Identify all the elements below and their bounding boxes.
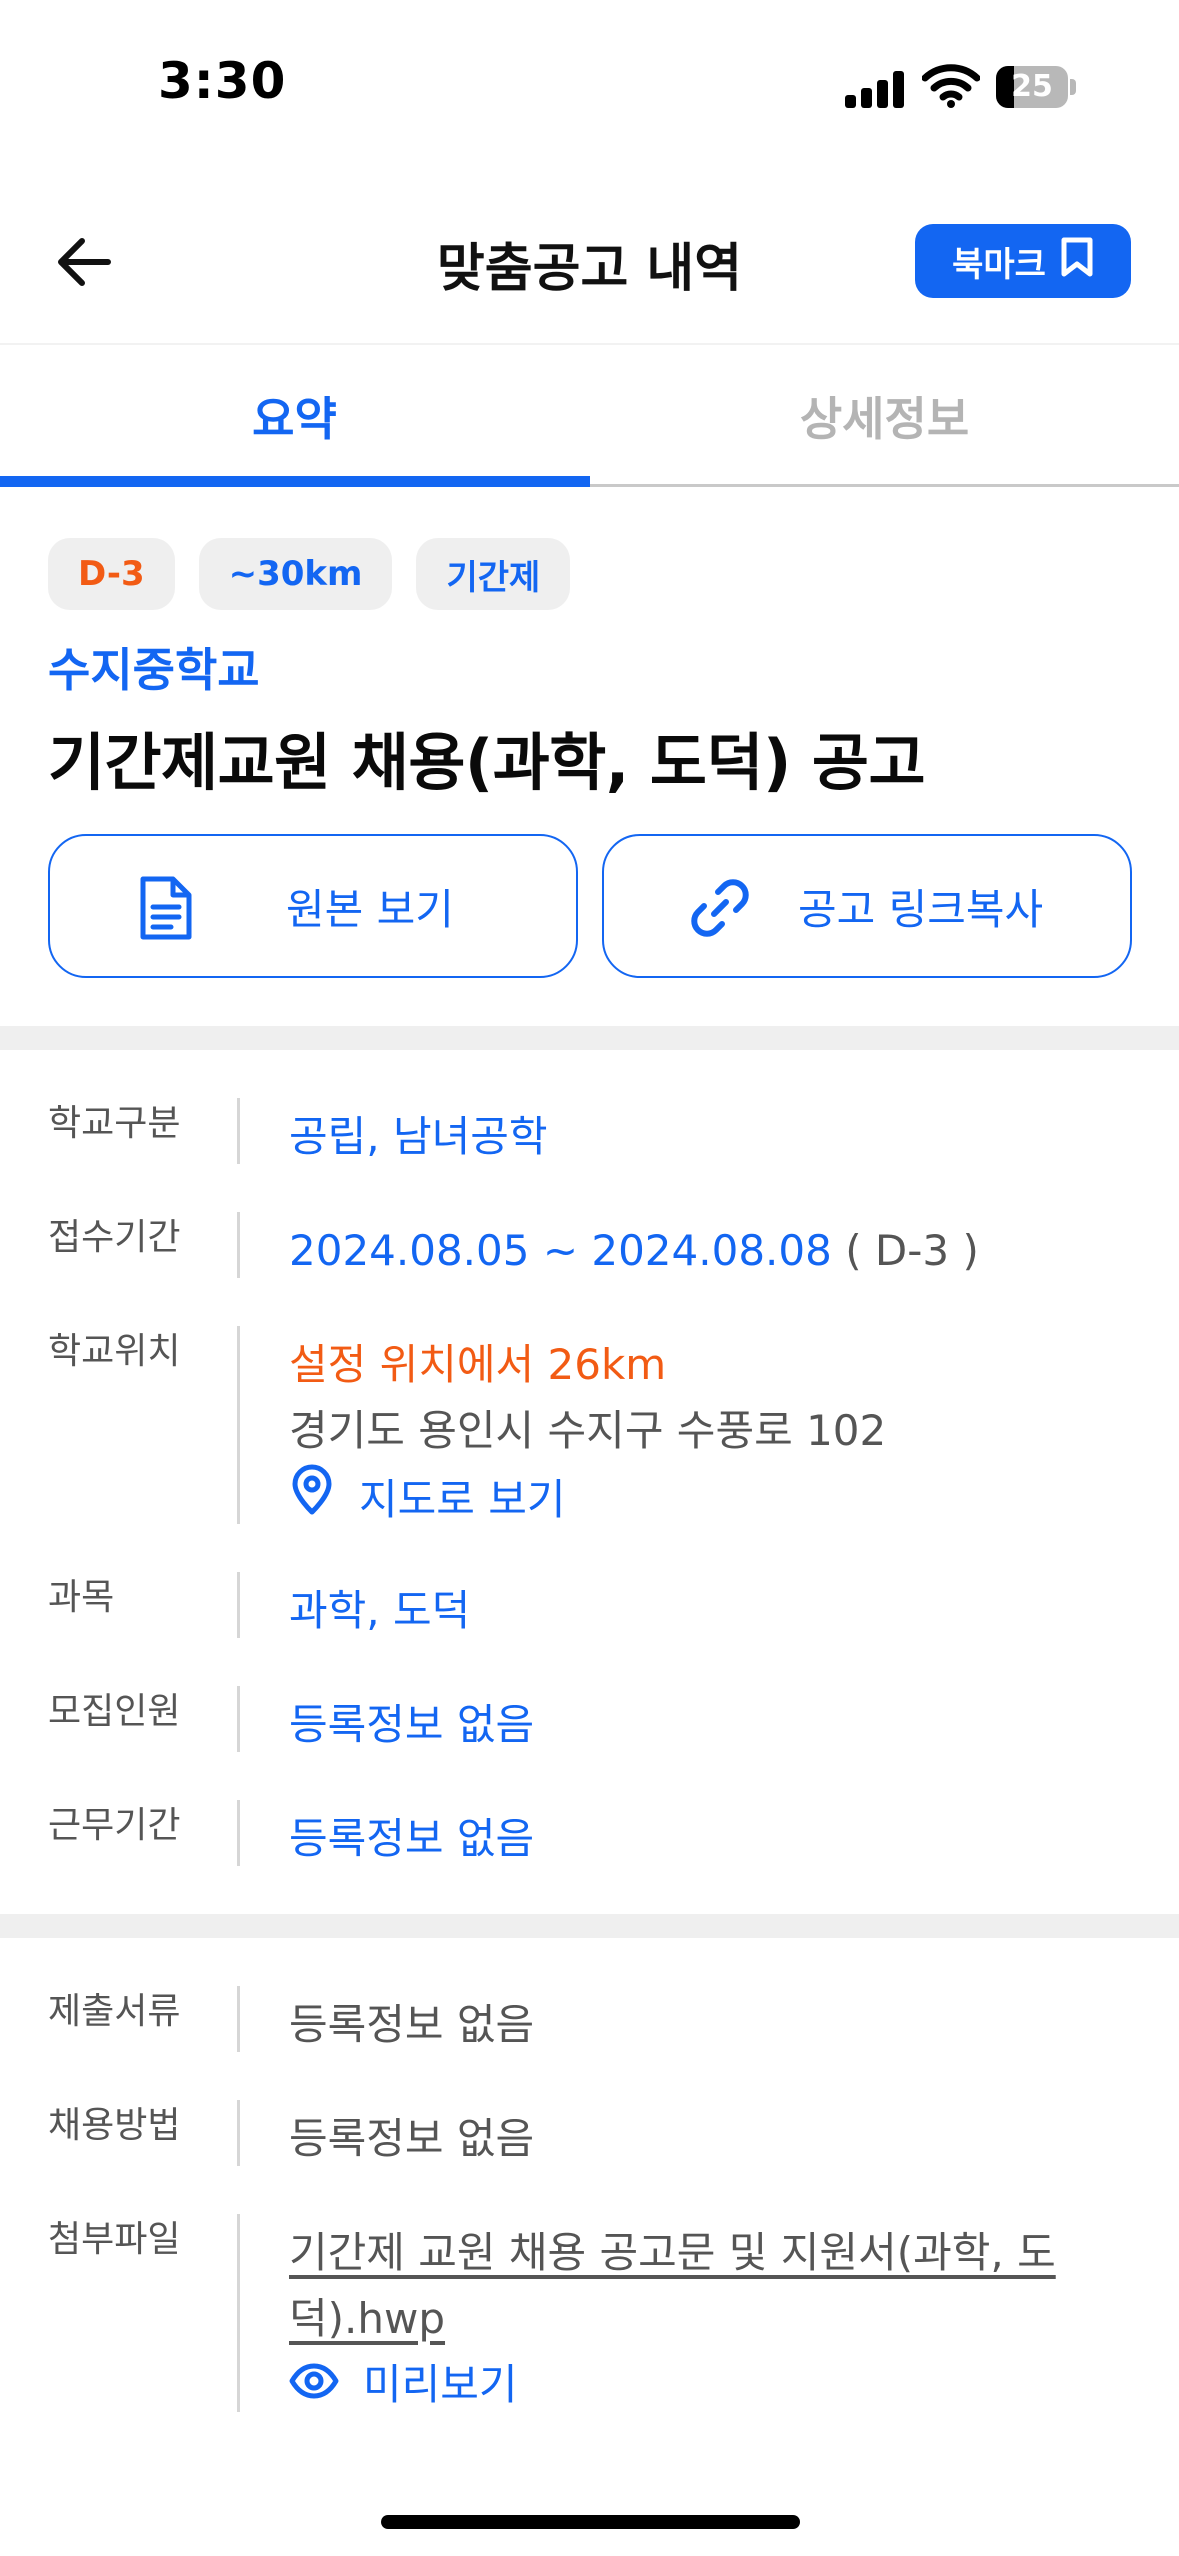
tab-active-indicator — [0, 476, 590, 487]
info-label: 학교구분 — [48, 1103, 181, 1144]
info-value: 기간제 교원 채용 공고문 및 지원서(과학, 도 덕).hwp 미리보기 — [289, 2220, 1089, 2418]
preview-link[interactable]: 미리보기 — [289, 2352, 1089, 2418]
eye-icon — [289, 2352, 339, 2418]
info-value: 2024.08.05 ~ 2024.08.08 ( D-3 ) — [289, 1218, 979, 1284]
tab-summary[interactable]: 요약 — [0, 345, 589, 487]
info-value: 과학, 도덕 — [289, 1586, 471, 1635]
battery-level: 25 — [1011, 69, 1053, 104]
status-time: 3:30 — [158, 52, 287, 110]
school-name: 수지중학교 — [48, 643, 260, 697]
view-original-button[interactable]: 원본 보기 — [48, 834, 578, 978]
info-value: 설정 위치에서 26km 경기도 용인시 수지구 수풍로 102 지도로 보기 — [289, 1332, 886, 1535]
preview-label: 미리보기 — [363, 2360, 518, 2409]
location-address: 경기도 용인시 수지구 수풍로 102 — [289, 1406, 887, 1455]
bookmark-icon — [1060, 236, 1094, 287]
attachment-file-name-line2: 덕).hwp — [289, 2294, 446, 2343]
distance-chip: ~30km — [198, 538, 393, 610]
post-title: 기간제교원 채용(과학, 도덕) 공고 — [48, 726, 926, 799]
status-bar: 3:30 25 — [0, 0, 1179, 170]
home-indicator[interactable] — [381, 2515, 800, 2529]
battery-icon: 25 — [996, 66, 1076, 108]
info-divider — [237, 1686, 240, 1752]
info-label: 과목 — [48, 1577, 115, 1618]
period-dates: 2024.08.05 ~ 2024.08.08 — [289, 1226, 832, 1275]
info-label: 첨부파일 — [48, 2219, 181, 2260]
copy-link-button[interactable]: 공고 링크복사 — [602, 834, 1132, 978]
info-value: 등록정보 없음 — [289, 2114, 535, 2163]
bookmark-button[interactable]: 북마크 — [915, 224, 1131, 298]
view-original-label: 원본 보기 — [286, 884, 454, 934]
bookmark-label: 북마크 — [952, 244, 1046, 285]
info-divider — [237, 1212, 240, 1278]
signal-icon — [845, 70, 905, 108]
info-label: 접수기간 — [48, 1217, 181, 1258]
info-label: 제출서류 — [48, 1991, 181, 2032]
info-divider — [237, 1800, 240, 1866]
info-divider — [237, 1326, 240, 1524]
info-divider — [237, 1986, 240, 2052]
info-divider — [237, 2214, 240, 2412]
info-label: 모집인원 — [48, 1691, 181, 1732]
section-divider — [0, 1914, 1179, 1938]
info-label: 채용방법 — [48, 2105, 181, 2146]
document-icon — [128, 870, 204, 946]
tag-chips: D-3 ~30km 기간제 — [48, 538, 571, 610]
wifi-icon — [921, 62, 981, 108]
period-dday: ( D-3 ) — [831, 1226, 979, 1275]
attachment-file-name-line1: 기간제 교원 채용 공고문 및 지원서(과학, 도 — [289, 2228, 1056, 2277]
employment-type-chip: 기간제 — [416, 538, 571, 610]
header: 맞춤공고 내역 북마크 — [0, 200, 1179, 340]
info-value: 등록정보 없음 — [289, 1814, 535, 1863]
info-label: 학교위치 — [48, 1331, 181, 1372]
info-value: 등록정보 없음 — [289, 2000, 535, 2049]
info-divider — [237, 1098, 240, 1164]
info-divider — [237, 1572, 240, 1638]
copy-link-label: 공고 링크복사 — [798, 884, 1044, 934]
map-link[interactable]: 지도로 보기 — [289, 1464, 886, 1535]
dday-chip: D-3 — [48, 538, 175, 610]
section-divider — [0, 1026, 1179, 1050]
info-divider — [237, 2100, 240, 2166]
map-link-label: 지도로 보기 — [359, 1474, 566, 1524]
link-icon — [682, 870, 758, 946]
info-value: 공립, 남녀공학 — [289, 1112, 548, 1161]
tab-bar: 요약 상세정보 — [0, 345, 1179, 487]
location-distance: 설정 위치에서 26km — [289, 1340, 667, 1389]
attachment-file-link[interactable]: 기간제 교원 채용 공고문 및 지원서(과학, 도 덕).hwp — [289, 2220, 1089, 2352]
info-value: 등록정보 없음 — [289, 1700, 535, 1749]
info-label: 근무기간 — [48, 1805, 181, 1846]
map-pin-icon — [289, 1464, 335, 1535]
tab-details[interactable]: 상세정보 — [590, 345, 1179, 487]
